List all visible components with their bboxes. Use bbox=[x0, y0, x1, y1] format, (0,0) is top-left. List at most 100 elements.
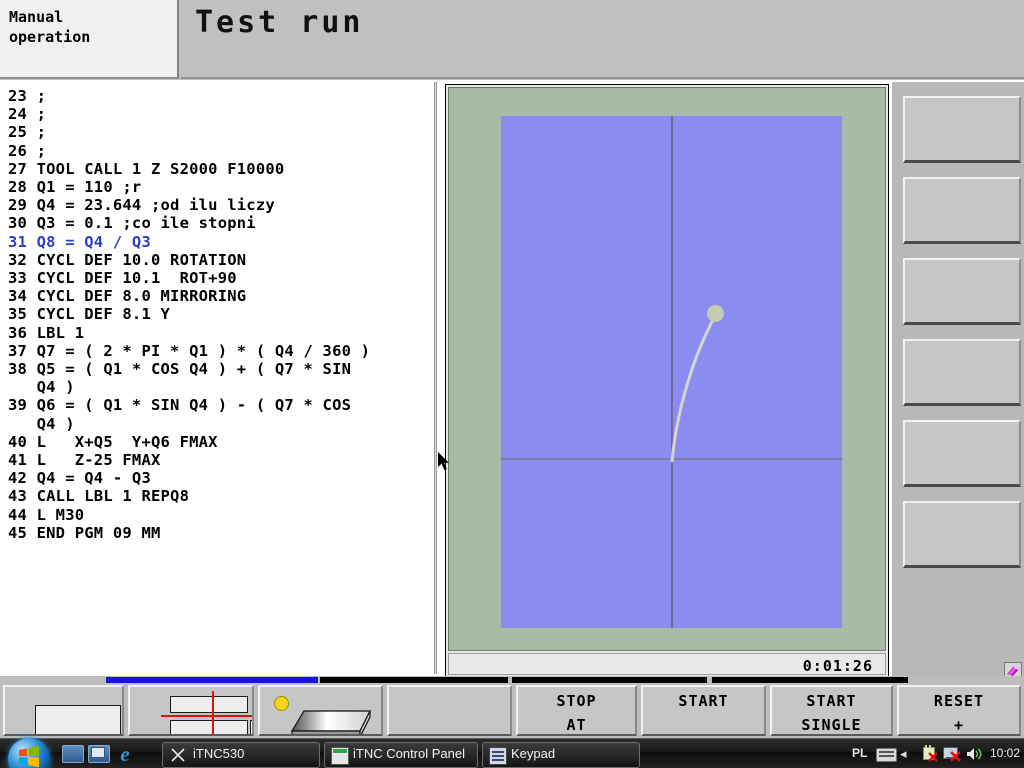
quicklaunch-show-desktop[interactable] bbox=[62, 745, 84, 763]
simulation-status-bar: 0:01:26 bbox=[448, 653, 886, 675]
internet-explorer-icon[interactable]: e bbox=[114, 743, 136, 765]
softkey-7-label: RESET bbox=[933, 692, 985, 710]
power-plug-error-icon[interactable] bbox=[921, 745, 938, 762]
test-run-graphics-pane[interactable]: 0:01:26 bbox=[445, 84, 889, 678]
crosshair-vertical-icon bbox=[212, 691, 214, 734]
vertical-softkey-3[interactable] bbox=[903, 258, 1021, 325]
softkey-indicator-seg-2 bbox=[512, 677, 707, 683]
program-pane-scroll-divider[interactable] bbox=[434, 82, 437, 674]
softkey-6-label2: SINGLE bbox=[801, 716, 862, 734]
itnc-x-icon bbox=[171, 748, 185, 762]
program-line-27[interactable]: 27 TOOL CALL 1 Z S2000 F10000 bbox=[8, 160, 437, 178]
softkey-reset-plus[interactable]: RESET + bbox=[897, 685, 1021, 736]
softkey-6-label: START bbox=[806, 692, 857, 710]
datum-box-lower-icon bbox=[170, 720, 248, 734]
taskbar-window-itnc530-label: iTNC530 bbox=[193, 746, 245, 761]
keyboard-icon[interactable] bbox=[876, 748, 897, 762]
crosshair-horizontal-icon bbox=[161, 715, 252, 717]
program-line-38-continuation: Q4 ) bbox=[8, 378, 75, 397]
program-line-41[interactable]: 41 L Z-25 FMAX bbox=[8, 451, 437, 469]
program-line-35[interactable]: 35 CYCL DEF 8.1 Y bbox=[8, 305, 437, 323]
solid-model-icon bbox=[290, 710, 371, 734]
program-line-24[interactable]: 24 ; bbox=[8, 105, 437, 123]
spindle-indicator-icon bbox=[274, 696, 289, 711]
taskbar-window-keypad[interactable]: Keypad bbox=[482, 742, 640, 768]
page-title: Test run bbox=[195, 5, 364, 40]
tray-language-indicator[interactable]: PL bbox=[852, 746, 867, 760]
simulation-canvas[interactable] bbox=[448, 87, 886, 651]
softkey-indicator-seg-1 bbox=[320, 677, 508, 683]
quicklaunch-switch-windows[interactable] bbox=[88, 745, 110, 763]
itnc-panel-icon bbox=[331, 747, 349, 765]
softkey-row-indicator bbox=[0, 676, 1024, 683]
program-line-32[interactable]: 32 CYCL DEF 10.0 ROTATION bbox=[8, 251, 437, 269]
chevron-left-icon[interactable]: ◂ bbox=[900, 747, 912, 761]
operating-mode-line2: operation bbox=[9, 28, 91, 46]
vertical-softkey-4[interactable] bbox=[903, 339, 1021, 406]
program-line-36[interactable]: 36 LBL 1 bbox=[8, 324, 437, 342]
program-line-25[interactable]: 25 ; bbox=[8, 123, 437, 141]
softkey-stop-at[interactable]: STOP AT bbox=[516, 685, 637, 736]
softkey-5-label: START bbox=[678, 692, 729, 710]
program-line-23[interactable]: 23 ; bbox=[8, 87, 437, 105]
windows-taskbar: e iTNC530 iTNC Control Panel Keypad PL ◂… bbox=[0, 738, 1024, 768]
vertical-softkey-1[interactable] bbox=[903, 96, 1021, 163]
volume-icon[interactable] bbox=[966, 746, 984, 762]
program-line-45[interactable]: 45 END PGM 09 MM bbox=[8, 524, 437, 542]
softkey-4-label2: AT bbox=[566, 716, 587, 734]
softkey-start[interactable]: START bbox=[641, 685, 766, 736]
mouse-cursor bbox=[438, 452, 449, 470]
softkey-workpiece-blank[interactable] bbox=[3, 685, 124, 736]
softkey-start-single[interactable]: START SINGLE bbox=[770, 685, 893, 736]
tool-position-marker bbox=[707, 305, 724, 322]
elapsed-time-value: 0:01:26 bbox=[802, 657, 873, 675]
program-line-29[interactable]: 29 Q4 = 23.644 ;od ilu liczy bbox=[8, 196, 437, 214]
itnc530-screen: Manual operation Test run 23 ; 24 ; 25 ; 26… bbox=[0, 0, 1024, 768]
softkey-empty-4[interactable] bbox=[387, 685, 512, 736]
datum-crosshair-icon bbox=[170, 696, 248, 713]
operating-mode-line1: Manual bbox=[9, 8, 64, 26]
toolpath-graphic bbox=[670, 317, 716, 463]
taskbar-window-keypad-label: Keypad bbox=[511, 746, 556, 761]
workpiece-blank bbox=[501, 116, 842, 628]
bottom-softkey-bar: STOP AT START START SINGLE RESET + bbox=[0, 676, 1024, 738]
program-line-42[interactable]: 42 Q4 = Q4 - Q3 bbox=[8, 469, 437, 487]
windows-logo-icon bbox=[19, 746, 39, 768]
program-line-39-continuation: Q4 ) bbox=[8, 414, 75, 433]
vertical-softkey-5[interactable] bbox=[903, 420, 1021, 487]
softkey-solid-model[interactable] bbox=[258, 685, 383, 736]
header-bar: Manual operation Test run bbox=[0, 0, 1024, 80]
softkey-indicator-seg-3 bbox=[712, 677, 908, 683]
program-line-44[interactable]: 44 L M30 bbox=[8, 506, 437, 524]
screen-title-box: Test run bbox=[181, 0, 1024, 79]
vertical-softkey-2[interactable] bbox=[903, 177, 1021, 244]
program-listing-pane[interactable]: 23 ; 24 ; 25 ; 26 ; 27 TOOL CALL 1 Z S2000 F… bbox=[0, 82, 437, 674]
program-line-39[interactable]: 39 Q6 = ( Q1 * SIN Q4 ) - ( Q7 * COS bbox=[8, 396, 437, 414]
keypad-icon bbox=[489, 747, 507, 765]
tray-clock[interactable]: 10:02 bbox=[990, 746, 1020, 760]
program-line-31[interactable]: 31 Q8 = Q4 / Q3 bbox=[8, 233, 437, 251]
datum-box-side-icon bbox=[250, 720, 252, 734]
softkey-7-label2: + bbox=[953, 716, 965, 734]
taskbar-window-itnc-control-panel-label: iTNC Control Panel bbox=[353, 746, 465, 761]
vertical-softkey-6[interactable] bbox=[903, 501, 1021, 568]
program-line-28[interactable]: 28 Q1 = 110 ;r bbox=[8, 178, 437, 196]
program-line-43[interactable]: 43 CALL LBL 1 REPQ8 bbox=[8, 487, 437, 505]
program-line-30[interactable]: 30 Q3 = 0.1 ;co ile stopni bbox=[8, 214, 437, 232]
workpiece-blank-icon bbox=[35, 705, 121, 734]
program-line-37[interactable]: 37 Q7 = ( 2 * PI * Q1 ) * ( Q4 / 360 ) bbox=[8, 342, 437, 360]
operating-mode-box[interactable]: Manual operation bbox=[0, 0, 179, 79]
taskbar-window-itnc530[interactable]: iTNC530 bbox=[162, 742, 320, 768]
program-line-33[interactable]: 33 CYCL DEF 10.1 ROT+90 bbox=[8, 269, 437, 287]
program-line-26[interactable]: 26 ; bbox=[8, 142, 437, 160]
program-line-38[interactable]: 38 Q5 = ( Q1 * COS Q4 ) + ( Q7 * SIN bbox=[8, 360, 437, 378]
softkey-4-label: STOP bbox=[556, 692, 597, 710]
start-button[interactable] bbox=[2, 735, 56, 768]
program-line-40[interactable]: 40 L X+Q5 Y+Q6 FMAX bbox=[8, 433, 437, 451]
network-error-icon[interactable] bbox=[943, 746, 961, 762]
program-line-34[interactable]: 34 CYCL DEF 8.0 MIRRORING bbox=[8, 287, 437, 305]
vertical-softkey-column bbox=[892, 82, 1024, 678]
taskbar-window-itnc-control-panel[interactable]: iTNC Control Panel bbox=[324, 742, 478, 768]
softkey-datum-crosshair[interactable] bbox=[128, 685, 254, 736]
program-lines: 23 ; 24 ; 25 ; 26 ; 27 TOOL CALL 1 Z S2000 F… bbox=[0, 82, 437, 542]
